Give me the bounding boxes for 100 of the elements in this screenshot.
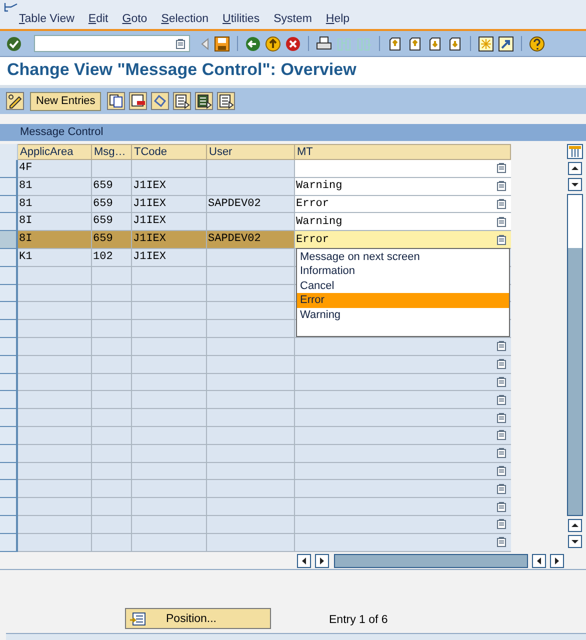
mt-cell[interactable] bbox=[295, 160, 511, 178]
deselect-all-icon[interactable] bbox=[217, 92, 236, 110]
row-selector[interactable] bbox=[0, 356, 18, 374]
row-selector[interactable] bbox=[0, 516, 18, 534]
back-triangle-icon[interactable] bbox=[200, 36, 210, 50]
mt-cell[interactable] bbox=[295, 426, 511, 445]
mt-cell[interactable]: Warning bbox=[295, 213, 511, 232]
dropdown-icon[interactable] bbox=[497, 376, 506, 387]
dropdown-icon[interactable] bbox=[497, 359, 506, 370]
column-header[interactable]: ApplicArea bbox=[18, 144, 92, 160]
column-settings-icon[interactable] bbox=[567, 144, 583, 159]
dropdown-icon[interactable] bbox=[497, 163, 506, 174]
row-selector[interactable] bbox=[0, 391, 18, 410]
new-session-icon[interactable] bbox=[478, 36, 494, 52]
dropdown-icon[interactable] bbox=[497, 448, 506, 458]
back-icon[interactable] bbox=[245, 36, 261, 52]
scroll-up-icon[interactable] bbox=[568, 519, 582, 532]
row-selector[interactable] bbox=[0, 480, 18, 498]
dropdown-option[interactable]: Cancel bbox=[297, 278, 509, 294]
undo-icon[interactable] bbox=[151, 92, 170, 110]
print-icon[interactable] bbox=[316, 36, 332, 52]
dropdown-icon[interactable] bbox=[497, 234, 506, 245]
exit-icon[interactable] bbox=[265, 36, 281, 52]
save-icon[interactable] bbox=[214, 36, 230, 52]
mt-cell[interactable] bbox=[295, 462, 511, 480]
dropdown-option[interactable]: Message on next screen bbox=[297, 250, 509, 264]
column-header[interactable]: TCode bbox=[132, 144, 207, 160]
row-selector[interactable] bbox=[0, 213, 18, 232]
copy-icon[interactable] bbox=[107, 92, 126, 110]
dropdown-icon[interactable] bbox=[497, 341, 506, 352]
row-selector[interactable] bbox=[0, 444, 18, 463]
horizontal-scrollbar[interactable] bbox=[334, 554, 528, 568]
mt-cell[interactable] bbox=[295, 356, 511, 374]
mt-cell[interactable] bbox=[295, 480, 511, 498]
row-selector[interactable] bbox=[0, 409, 18, 427]
scroll-down-icon[interactable] bbox=[568, 178, 582, 191]
help-icon[interactable] bbox=[529, 36, 545, 52]
dropdown-icon[interactable] bbox=[497, 216, 506, 227]
mt-cell[interactable]: Warning bbox=[295, 178, 511, 196]
mt-cell[interactable] bbox=[295, 498, 511, 516]
row-selector[interactable] bbox=[0, 266, 18, 285]
mt-cell[interactable]: Error bbox=[295, 196, 511, 214]
row-selector[interactable] bbox=[0, 320, 18, 338]
menu-item[interactable]: System bbox=[274, 13, 312, 25]
dropdown-icon[interactable] bbox=[497, 466, 506, 476]
row-selector[interactable] bbox=[0, 196, 18, 214]
mt-cell[interactable] bbox=[295, 534, 511, 552]
select-all-icon[interactable] bbox=[173, 92, 192, 110]
menu-item[interactable]: Goto bbox=[122, 13, 148, 25]
scroll-left-icon[interactable] bbox=[297, 554, 311, 568]
command-field[interactable] bbox=[34, 35, 190, 52]
menu-item[interactable]: Edit bbox=[88, 13, 108, 25]
shortcut-icon[interactable] bbox=[498, 36, 514, 52]
scroll-right-icon[interactable] bbox=[550, 554, 564, 568]
mt-cell[interactable] bbox=[295, 444, 511, 463]
display-change-icon[interactable] bbox=[6, 92, 24, 110]
scroll-up-icon[interactable] bbox=[568, 162, 582, 175]
scroll-down-icon[interactable] bbox=[568, 535, 582, 548]
dropdown-icon[interactable] bbox=[497, 412, 506, 423]
dropdown-option[interactable]: Information bbox=[297, 264, 509, 279]
mt-cell[interactable] bbox=[295, 391, 511, 410]
row-selector[interactable] bbox=[0, 338, 18, 356]
menu-item[interactable]: Help bbox=[326, 13, 350, 25]
dropdown-icon[interactable] bbox=[497, 430, 506, 440]
row-selector[interactable] bbox=[0, 374, 18, 392]
row-selector[interactable] bbox=[0, 160, 18, 178]
scroll-left-icon[interactable] bbox=[532, 554, 546, 568]
dropdown-icon[interactable] bbox=[497, 519, 506, 530]
row-selector[interactable] bbox=[0, 248, 18, 267]
column-header[interactable]: MT bbox=[295, 144, 511, 160]
position-button[interactable]: Position... bbox=[125, 608, 271, 629]
dropdown-icon[interactable] bbox=[497, 537, 506, 548]
row-selector[interactable] bbox=[0, 534, 18, 552]
new-entries-button[interactable]: New Entries bbox=[30, 92, 102, 110]
menu-item[interactable]: Table View bbox=[19, 13, 74, 25]
mt-cell[interactable] bbox=[295, 516, 511, 534]
dropdown-option[interactable]: Warning bbox=[297, 308, 509, 322]
row-selector[interactable] bbox=[0, 498, 18, 516]
enter-check-icon[interactable] bbox=[6, 36, 22, 52]
row-selector[interactable] bbox=[0, 302, 18, 320]
row-selector[interactable] bbox=[0, 462, 18, 480]
select-block-icon[interactable] bbox=[195, 92, 214, 110]
mt-cell[interactable] bbox=[295, 374, 511, 392]
delete-icon[interactable] bbox=[129, 92, 148, 110]
cancel-icon[interactable] bbox=[285, 36, 301, 52]
dropdown-icon[interactable] bbox=[497, 484, 506, 494]
menu-item[interactable]: Selection bbox=[161, 13, 208, 25]
dropdown-option[interactable]: Error bbox=[297, 293, 509, 308]
mt-cell[interactable] bbox=[295, 338, 511, 356]
window-menu-icon[interactable] bbox=[4, 3, 18, 12]
dropdown-icon[interactable] bbox=[176, 38, 185, 48]
dropdown-icon[interactable] bbox=[497, 394, 506, 405]
vertical-scrollbar[interactable] bbox=[567, 194, 583, 516]
scroll-right-icon[interactable] bbox=[315, 554, 329, 568]
column-header[interactable]: User bbox=[207, 144, 295, 160]
mt-cell[interactable] bbox=[295, 409, 511, 427]
row-selector[interactable] bbox=[0, 284, 18, 302]
dropdown-icon[interactable] bbox=[497, 198, 506, 209]
row-selector[interactable] bbox=[0, 426, 18, 445]
dropdown-icon[interactable] bbox=[497, 181, 506, 192]
